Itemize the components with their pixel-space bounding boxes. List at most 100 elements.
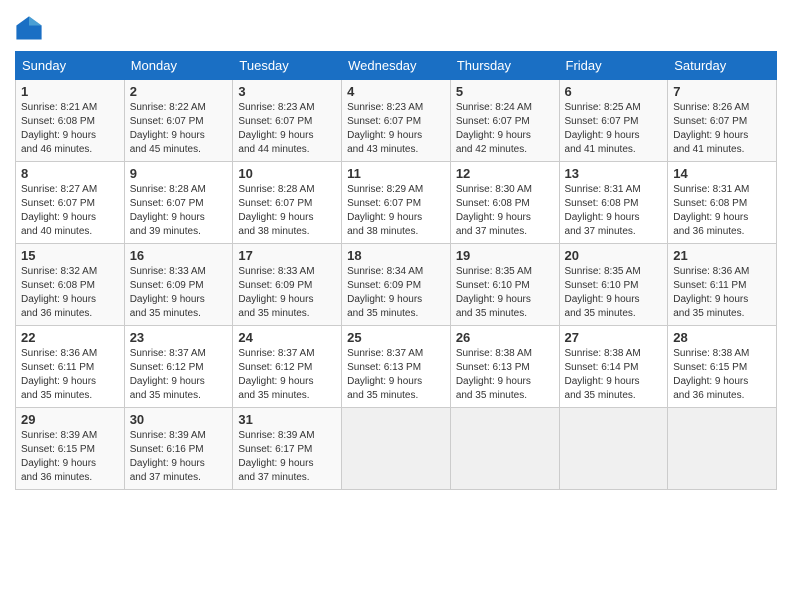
calendar-cell: 10 Sunrise: 8:28 AM Sunset: 6:07 PM Dayli… [233,162,342,244]
day-info: Sunrise: 8:37 AM Sunset: 6:12 PM Dayligh… [130,347,228,403]
day-info: Sunrise: 8:36 AM Sunset: 6:11 PM Dayligh… [673,265,771,321]
day-number: 27 [565,330,663,345]
calendar-cell: 7 Sunrise: 8:26 AM Sunset: 6:07 PM Daylig… [668,80,777,162]
calendar-table: SundayMondayTuesdayWednesdayThursdayFrid… [15,51,777,490]
calendar-cell: 23 Sunrise: 8:37 AM Sunset: 6:12 PM Dayli… [124,326,233,408]
day-number: 17 [238,248,336,263]
day-info: Sunrise: 8:33 AM Sunset: 6:09 PM Dayligh… [238,265,336,321]
day-info: Sunrise: 8:37 AM Sunset: 6:13 PM Dayligh… [347,347,445,403]
day-number: 22 [21,330,119,345]
day-number: 4 [347,84,445,99]
day-info: Sunrise: 8:27 AM Sunset: 6:07 PM Dayligh… [21,183,119,239]
calendar-cell: 12Sunrise: 8:30 AM Sunset: 6:08 PM Dayli… [450,162,559,244]
day-info: Sunrise: 8:31 AM Sunset: 6:08 PM Dayligh… [565,183,663,239]
logo-icon [15,15,43,43]
day-info: Sunrise: 8:34 AM Sunset: 6:09 PM Dayligh… [347,265,445,321]
calendar-cell: 8 Sunrise: 8:27 AM Sunset: 6:07 PM Daylig… [16,162,125,244]
day-number: 28 [673,330,771,345]
day-number: 26 [456,330,554,345]
day-number: 25 [347,330,445,345]
calendar-cell: 30Sunrise: 8:39 AM Sunset: 6:16 PM Dayli… [124,408,233,490]
day-number: 2 [130,84,228,99]
calendar-cell [450,408,559,490]
day-info: Sunrise: 8:31 AM Sunset: 6:08 PM Dayligh… [673,183,771,239]
calendar-week-row: 15 Sunrise: 8:32 AM Sunset: 6:08 PM Dayli… [16,244,777,326]
calendar-cell: 25 Sunrise: 8:37 AM Sunset: 6:13 PM Dayli… [342,326,451,408]
day-number: 23 [130,330,228,345]
calendar-cell: 15 Sunrise: 8:32 AM Sunset: 6:08 PM Dayli… [16,244,125,326]
day-info: Sunrise: 8:38 AM Sunset: 6:15 PM Dayligh… [673,347,771,403]
calendar-cell: 18 Sunrise: 8:34 AM Sunset: 6:09 PM Dayli… [342,244,451,326]
calendar-week-row: 8 Sunrise: 8:27 AM Sunset: 6:07 PM Daylig… [16,162,777,244]
day-number: 18 [347,248,445,263]
day-number: 9 [130,166,228,181]
calendar-cell: 27 Sunrise: 8:38 AM Sunset: 6:14 PM Dayli… [559,326,668,408]
day-info: Sunrise: 8:21 AM Sunset: 6:08 PM Dayligh… [21,101,119,157]
day-info: Sunrise: 8:26 AM Sunset: 6:07 PM Dayligh… [673,101,771,157]
weekday-header-saturday: Saturday [668,52,777,80]
day-number: 15 [21,248,119,263]
day-number: 10 [238,166,336,181]
day-number: 8 [21,166,119,181]
day-number: 13 [565,166,663,181]
weekday-header-row: SundayMondayTuesdayWednesdayThursdayFrid… [16,52,777,80]
day-info: Sunrise: 8:23 AM Sunset: 6:07 PM Dayligh… [238,101,336,157]
calendar-week-row: 1Sunrise: 8:21 AM Sunset: 6:08 PM Daylig… [16,80,777,162]
day-info: Sunrise: 8:30 AM Sunset: 6:08 PM Dayligh… [456,183,554,239]
calendar-cell: 6 Sunrise: 8:25 AM Sunset: 6:07 PM Daylig… [559,80,668,162]
calendar-cell: 3 Sunrise: 8:23 AM Sunset: 6:07 PM Daylig… [233,80,342,162]
day-number: 14 [673,166,771,181]
calendar-cell: 5 Sunrise: 8:24 AM Sunset: 6:07 PM Daylig… [450,80,559,162]
day-info: Sunrise: 8:35 AM Sunset: 6:10 PM Dayligh… [565,265,663,321]
calendar-cell: 20 Sunrise: 8:35 AM Sunset: 6:10 PM Dayli… [559,244,668,326]
weekday-header-sunday: Sunday [16,52,125,80]
day-info: Sunrise: 8:38 AM Sunset: 6:14 PM Dayligh… [565,347,663,403]
day-number: 29 [21,412,119,427]
day-info: Sunrise: 8:29 AM Sunset: 6:07 PM Dayligh… [347,183,445,239]
weekday-header-thursday: Thursday [450,52,559,80]
calendar-cell: 9 Sunrise: 8:28 AM Sunset: 6:07 PM Daylig… [124,162,233,244]
day-number: 5 [456,84,554,99]
day-info: Sunrise: 8:33 AM Sunset: 6:09 PM Dayligh… [130,265,228,321]
day-info: Sunrise: 8:28 AM Sunset: 6:07 PM Dayligh… [238,183,336,239]
day-number: 21 [673,248,771,263]
day-info: Sunrise: 8:35 AM Sunset: 6:10 PM Dayligh… [456,265,554,321]
day-number: 3 [238,84,336,99]
day-info: Sunrise: 8:22 AM Sunset: 6:07 PM Dayligh… [130,101,228,157]
calendar-cell: 16 Sunrise: 8:33 AM Sunset: 6:09 PM Dayli… [124,244,233,326]
calendar-cell [342,408,451,490]
day-info: Sunrise: 8:37 AM Sunset: 6:12 PM Dayligh… [238,347,336,403]
day-number: 31 [238,412,336,427]
day-info: Sunrise: 8:32 AM Sunset: 6:08 PM Dayligh… [21,265,119,321]
day-info: Sunrise: 8:39 AM Sunset: 6:17 PM Dayligh… [238,429,336,485]
day-number: 19 [456,248,554,263]
weekday-header-tuesday: Tuesday [233,52,342,80]
day-info: Sunrise: 8:38 AM Sunset: 6:13 PM Dayligh… [456,347,554,403]
weekday-header-monday: Monday [124,52,233,80]
calendar-cell: 28 Sunrise: 8:38 AM Sunset: 6:15 PM Dayli… [668,326,777,408]
calendar-cell: 31 Sunrise: 8:39 AM Sunset: 6:17 PM Dayli… [233,408,342,490]
calendar-cell: 11 Sunrise: 8:29 AM Sunset: 6:07 PM Dayli… [342,162,451,244]
calendar-cell: 4Sunrise: 8:23 AM Sunset: 6:07 PM Daylig… [342,80,451,162]
day-number: 6 [565,84,663,99]
calendar-cell: 14 Sunrise: 8:31 AM Sunset: 6:08 PM Dayli… [668,162,777,244]
day-info: Sunrise: 8:24 AM Sunset: 6:07 PM Dayligh… [456,101,554,157]
calendar-cell [559,408,668,490]
day-number: 16 [130,248,228,263]
header [15,10,777,43]
calendar-cell: 29Sunrise: 8:39 AM Sunset: 6:15 PM Dayli… [16,408,125,490]
day-info: Sunrise: 8:28 AM Sunset: 6:07 PM Dayligh… [130,183,228,239]
calendar-cell: 22 Sunrise: 8:36 AM Sunset: 6:11 PM Dayli… [16,326,125,408]
page-container: SundayMondayTuesdayWednesdayThursdayFrid… [0,0,792,500]
calendar-cell: 26 Sunrise: 8:38 AM Sunset: 6:13 PM Dayli… [450,326,559,408]
day-info: Sunrise: 8:25 AM Sunset: 6:07 PM Dayligh… [565,101,663,157]
day-number: 11 [347,166,445,181]
day-info: Sunrise: 8:36 AM Sunset: 6:11 PM Dayligh… [21,347,119,403]
weekday-header-friday: Friday [559,52,668,80]
calendar-week-row: 29Sunrise: 8:39 AM Sunset: 6:15 PM Dayli… [16,408,777,490]
weekday-header-wednesday: Wednesday [342,52,451,80]
calendar-cell [668,408,777,490]
day-number: 7 [673,84,771,99]
day-number: 20 [565,248,663,263]
calendar-cell: 2 Sunrise: 8:22 AM Sunset: 6:07 PM Daylig… [124,80,233,162]
